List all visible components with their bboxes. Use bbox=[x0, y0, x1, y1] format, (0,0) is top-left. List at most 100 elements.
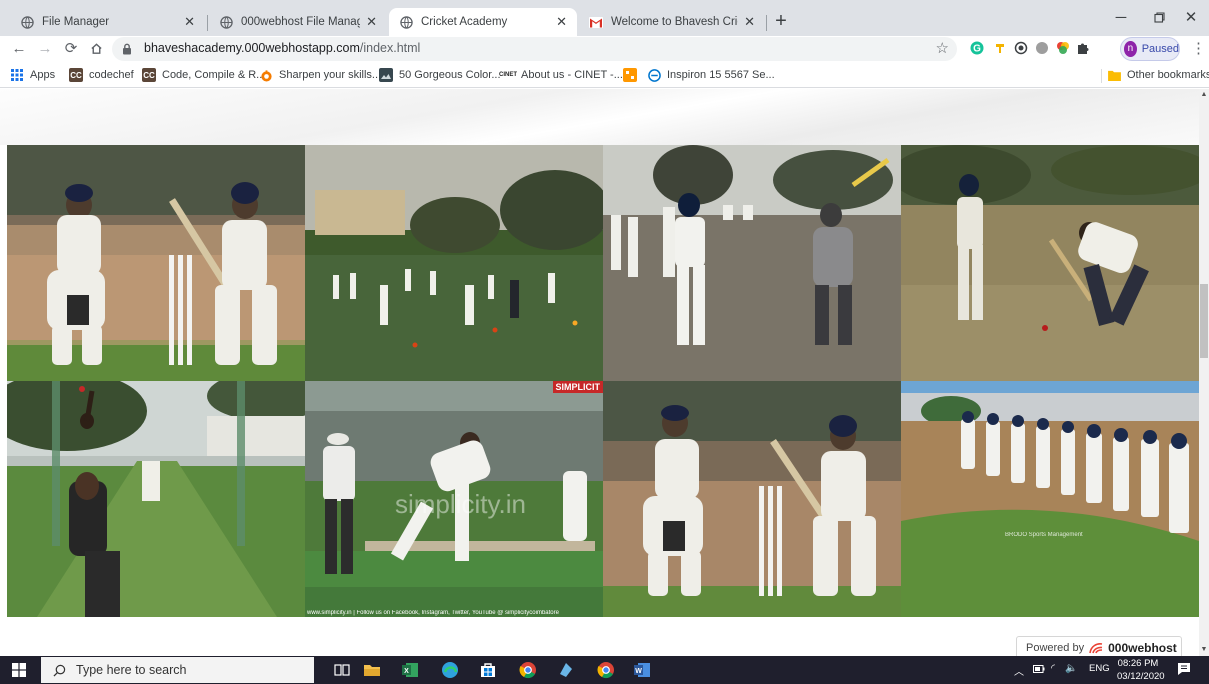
tab-separator bbox=[207, 15, 208, 31]
record-extension-icon[interactable] bbox=[1014, 41, 1028, 55]
edge-icon[interactable] bbox=[440, 660, 460, 680]
lock-icon bbox=[122, 43, 132, 58]
bookmark-label: Sharpen your skills... bbox=[279, 69, 382, 81]
cinet-icon: CINET bbox=[499, 72, 517, 78]
word-icon[interactable]: W bbox=[632, 660, 652, 680]
url-text[interactable]: bhaveshacademy.000webhostapp.com/index.h… bbox=[144, 41, 420, 55]
svg-text:G: G bbox=[973, 44, 981, 55]
wifi-icon[interactable]: ◜ bbox=[1051, 663, 1055, 674]
hero-banner bbox=[0, 89, 1199, 145]
browser-toolbar: ← → ⟳ bhaveshacademy.000webhostapp.com/i… bbox=[0, 36, 1209, 62]
language-indicator[interactable]: ENG bbox=[1089, 663, 1110, 674]
photo-match-action[interactable]: simplicity.in SIMPLICIT www.simplicity.i… bbox=[305, 381, 603, 617]
menu-kebab-icon[interactable]: ⋮ bbox=[1191, 39, 1206, 57]
bookmark-label: 50 Gorgeous Color... bbox=[399, 69, 501, 81]
tab-file-manager[interactable]: File Manager ✕ bbox=[10, 8, 205, 36]
bookmarks-bar: Apps CC codechef CC Code, Compile & R...… bbox=[0, 62, 1209, 88]
tab-welcome-gmail[interactable]: Welcome to Bhavesh Cricket Aca ✕ bbox=[579, 8, 765, 36]
store-icon[interactable] bbox=[478, 660, 498, 680]
file-explorer-icon[interactable] bbox=[362, 660, 382, 680]
bookmarks-divider bbox=[1101, 69, 1102, 83]
chrome-icon[interactable] bbox=[518, 660, 538, 680]
battery-icon[interactable] bbox=[1033, 664, 1045, 674]
tab-title: Welcome to Bhavesh Cricket Aca bbox=[611, 16, 738, 28]
notification-icon[interactable] bbox=[1176, 661, 1192, 677]
profile-button[interactable]: n Paused bbox=[1120, 37, 1180, 61]
cc-icon: CC bbox=[142, 68, 156, 82]
close-icon[interactable]: ✕ bbox=[366, 14, 377, 30]
cc-icon: CC bbox=[69, 68, 83, 82]
reload-button[interactable]: ⟳ bbox=[61, 38, 81, 60]
photo-practice-ground[interactable] bbox=[305, 145, 603, 381]
clock-date: 03/12/2020 bbox=[1117, 671, 1165, 682]
image-icon bbox=[379, 68, 393, 82]
chrome-active-icon[interactable] bbox=[596, 660, 616, 680]
globe-icon bbox=[219, 15, 233, 29]
search-icon bbox=[53, 664, 66, 677]
photo-coach-session[interactable] bbox=[603, 145, 901, 381]
circle-extension-icon[interactable] bbox=[1035, 41, 1049, 55]
page-scrollbar[interactable]: ▲ ▼ bbox=[1199, 89, 1209, 656]
pin-extension-icon[interactable] bbox=[993, 41, 1007, 55]
bookmark-colors[interactable]: 50 Gorgeous Color... bbox=[379, 67, 501, 83]
photo-bowler-nets[interactable] bbox=[7, 381, 305, 617]
puzzle-extensions-icon[interactable] bbox=[1076, 41, 1090, 55]
volume-icon[interactable]: 🔈 bbox=[1065, 663, 1077, 674]
clock[interactable]: 08:26 PM 03/12/2020 bbox=[1117, 657, 1165, 683]
bookmark-label: About us - CINET -... bbox=[521, 69, 623, 81]
globe-icon bbox=[20, 15, 34, 29]
photo-batsman-keeper-1[interactable] bbox=[7, 145, 305, 381]
scroll-up-icon[interactable]: ▲ bbox=[1199, 89, 1209, 101]
forward-button[interactable]: → bbox=[35, 38, 55, 60]
chevron-up-icon[interactable]: ︿ bbox=[1014, 663, 1024, 678]
url-path: /index.html bbox=[359, 41, 421, 55]
bookmark-apps[interactable]: Apps bbox=[10, 67, 55, 83]
close-window-button[interactable]: ✕ bbox=[1168, 6, 1209, 30]
bookmark-orange[interactable] bbox=[623, 67, 643, 83]
apps-grid-icon bbox=[10, 68, 24, 82]
bookmark-code-compile[interactable]: CC Code, Compile & R... bbox=[142, 67, 265, 83]
home-button[interactable] bbox=[86, 38, 106, 60]
tab-cricket-academy[interactable]: Cricket Academy ✕ bbox=[389, 8, 577, 36]
powered-by-brand: 000webhost bbox=[1108, 641, 1177, 655]
bookmark-other[interactable]: Other bookmarks bbox=[1107, 67, 1209, 83]
photo-watermark: simplicity.in bbox=[395, 489, 526, 519]
start-button[interactable] bbox=[0, 656, 38, 684]
tab-title: File Manager bbox=[42, 16, 110, 28]
bookmark-star-icon[interactable]: ☆ bbox=[936, 39, 949, 57]
photo-fielding-drill[interactable]: BRODO Sports Management bbox=[901, 381, 1199, 617]
000webhost-logo-icon bbox=[1089, 643, 1103, 654]
grammarly-extension-icon[interactable]: G bbox=[970, 41, 984, 55]
svg-text:X: X bbox=[404, 668, 409, 675]
scroll-down-icon[interactable]: ▼ bbox=[1199, 644, 1209, 656]
app-tile-icon[interactable] bbox=[556, 660, 576, 680]
bookmark-hackerrank[interactable]: Sharpen your skills... bbox=[259, 67, 381, 83]
powered-by-text: Powered by bbox=[1026, 642, 1085, 654]
close-icon[interactable]: ✕ bbox=[184, 14, 195, 30]
task-view-icon[interactable] bbox=[332, 660, 352, 680]
folder-icon bbox=[1107, 68, 1121, 82]
bookmark-label: Code, Compile & R... bbox=[162, 69, 266, 81]
close-icon[interactable]: ✕ bbox=[744, 14, 755, 30]
bookmark-inspiron[interactable]: Inspiron 15 5567 Se... bbox=[647, 67, 775, 83]
tab-000webhost-file-manager[interactable]: 000webhost File Manager ✕ bbox=[209, 8, 387, 36]
globe-icon bbox=[399, 15, 413, 29]
bookmark-codechef[interactable]: CC codechef bbox=[69, 67, 134, 83]
windows-logo-icon bbox=[12, 663, 26, 677]
scroll-thumb[interactable] bbox=[1200, 284, 1208, 358]
new-tab-button[interactable]: + bbox=[768, 9, 794, 35]
taskbar-search[interactable]: Type here to search bbox=[41, 657, 314, 683]
colorful-extension-icon[interactable] bbox=[1056, 41, 1070, 55]
photo-caption: www.simplicity.in | Follow us on Faceboo… bbox=[307, 610, 559, 616]
photo-batsman-keeper-2[interactable] bbox=[603, 381, 901, 617]
profile-status: Paused bbox=[1141, 43, 1179, 55]
excel-icon[interactable]: X bbox=[400, 660, 420, 680]
address-bar[interactable]: bhaveshacademy.000webhostapp.com/index.h… bbox=[112, 37, 957, 61]
photo-coach-demo[interactable] bbox=[901, 145, 1199, 381]
bookmark-cinet[interactable]: CINET About us - CINET -... bbox=[499, 67, 623, 83]
close-icon[interactable]: ✕ bbox=[556, 14, 567, 30]
orange-square-icon bbox=[623, 68, 637, 82]
url-host: bhaveshacademy.000webhostapp.com bbox=[144, 41, 360, 55]
back-button[interactable]: ← bbox=[9, 38, 29, 60]
powered-by-badge[interactable]: Powered by 000webhost bbox=[1016, 636, 1182, 656]
